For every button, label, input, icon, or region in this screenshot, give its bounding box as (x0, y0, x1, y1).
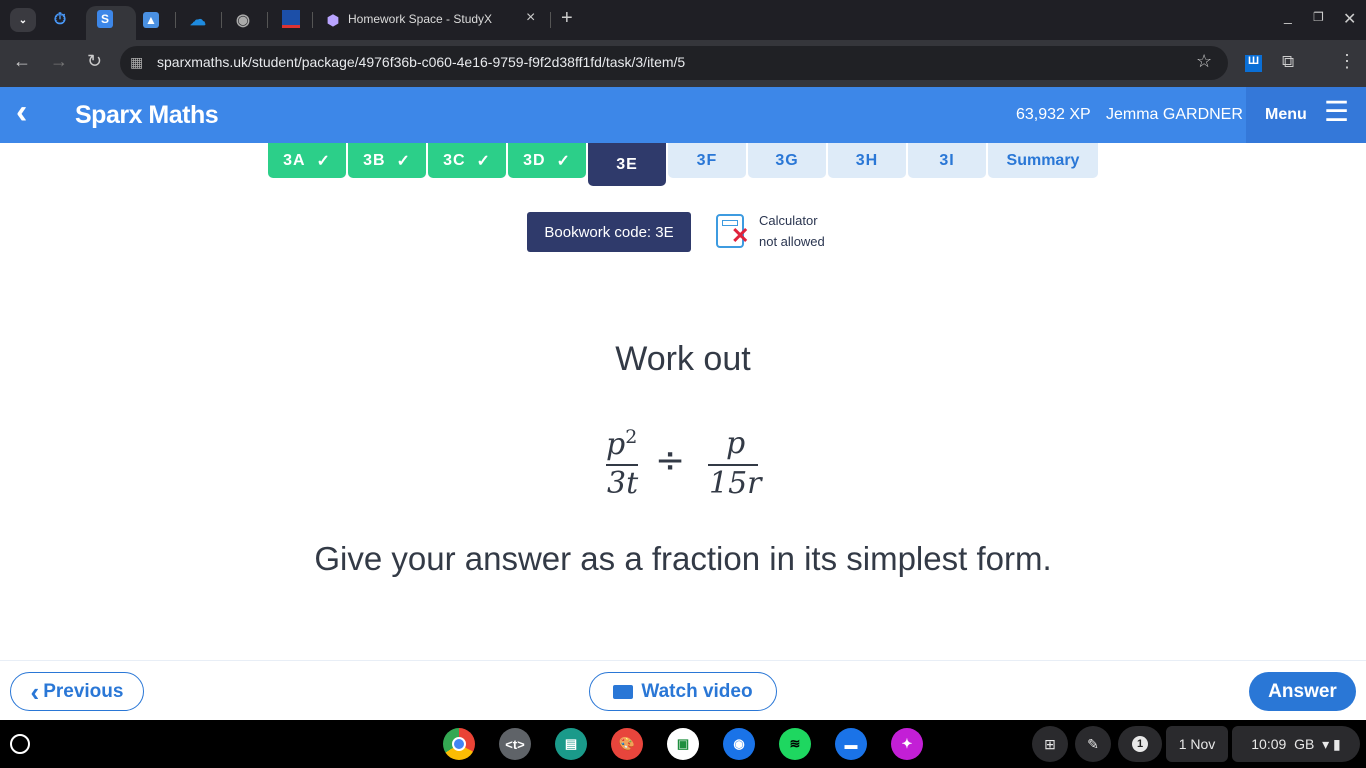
timer-tab-icon[interactable]: ⏱ (50, 10, 70, 30)
sparx-header: ‹ Sparx Maths 63,932 XP Jemma GARDNER (0, 87, 1366, 143)
check-icon: ✓ (316, 152, 331, 170)
answer-button[interactable]: Answer (1249, 672, 1356, 711)
onedrive-tab-icon[interactable]: ☁ (188, 10, 208, 30)
calculator-status: not allowed (759, 234, 825, 249)
tab-3f[interactable]: 3F (668, 143, 746, 178)
tab-summary[interactable]: Summary (988, 143, 1098, 178)
tab-3d[interactable]: 3D ✓ (508, 143, 586, 178)
screenshot-tray-icon[interactable]: ⊞ (1032, 726, 1068, 762)
keyboard-locale: GB (1294, 736, 1315, 752)
divide-sign: ÷ (655, 440, 686, 481)
previous-button[interactable]: ‹ Previous (10, 672, 144, 711)
url-text[interactable]: sparxmaths.uk/student/package/4976f36b-c… (157, 54, 685, 70)
tab-3h[interactable]: 3H (828, 143, 906, 178)
check-icon: ✓ (396, 152, 411, 170)
back-chevron-icon[interactable]: ‹ (16, 93, 27, 132)
calculator-label: Calculator (759, 213, 818, 228)
new-tab-icon[interactable]: + (561, 7, 573, 30)
clock: 10:09 (1251, 736, 1287, 752)
site-info-icon[interactable]: ▦ (130, 54, 143, 71)
notification-badge[interactable]: 1 (1118, 726, 1162, 762)
check-icon: ✓ (556, 152, 571, 170)
close-tab-icon[interactable]: × (526, 9, 535, 27)
math-expression: p2 3t ÷ p 15r (600, 418, 770, 503)
classroom-app-icon[interactable]: ▣ (667, 728, 699, 760)
battery-icon: ▮ (1333, 735, 1341, 752)
calculator-icon: ✕ (716, 214, 749, 248)
app-title[interactable]: Sparx Maths (75, 101, 219, 130)
wifi-icon: ▾ (1322, 735, 1330, 752)
sparx-tab-icon[interactable]: S (97, 10, 113, 28)
browser-menu-icon[interactable]: ⋮ (1338, 51, 1356, 72)
question-instruction: Give your answer as a fraction in its si… (314, 540, 1052, 577)
site-tab-icon[interactable] (282, 10, 300, 28)
reader-app-icon[interactable]: ▤ (555, 728, 587, 760)
paint-app-icon[interactable]: 🎨 (611, 728, 643, 760)
browser-tab-strip: ⌄ ⏱ S ▲ ☁ ◉ ⬢ Homework Space - StudyX × … (0, 0, 1366, 40)
chrome-app-icon[interactable] (443, 728, 475, 760)
tab-3e[interactable]: 3E (588, 143, 666, 186)
reload-icon[interactable]: ↻ (87, 51, 102, 72)
hamburger-icon: ☰ (1324, 96, 1350, 127)
tab-3i[interactable]: 3I (908, 143, 986, 178)
question-intro: Work out (615, 340, 751, 378)
fraction1-numerator: p (606, 427, 626, 462)
video-camera-icon (613, 684, 634, 699)
menu-label: Menu (1265, 106, 1307, 123)
tab-3g[interactable]: 3G (748, 143, 826, 178)
xp-count: 63,932 XP (1016, 106, 1091, 123)
studyx-tab-icon: ⬢ (326, 11, 340, 28)
stylus-pen-icon[interactable]: ✎ (1075, 726, 1111, 762)
camera-app-icon[interactable]: ◉ (723, 728, 755, 760)
not-allowed-cross-icon: ✕ (731, 223, 750, 248)
tab-3b[interactable]: 3B ✓ (348, 143, 426, 178)
watch-video-button[interactable]: Watch video (589, 672, 777, 711)
menu-button[interactable]: Menu ☰ (1246, 87, 1366, 143)
classroom-tab-icon[interactable]: ▲ (143, 12, 159, 28)
files-app-icon[interactable]: ▬ (835, 728, 867, 760)
chevron-left-icon: ‹ (30, 676, 40, 707)
tab-title[interactable]: Homework Space - StudyX (348, 12, 492, 26)
footer-divider (0, 660, 1366, 661)
date-display[interactable]: 1 Nov (1166, 726, 1228, 762)
extensions-puzzle-icon[interactable]: ⧉ (1282, 52, 1294, 72)
exponent: 2 (625, 426, 638, 448)
user-name: Jemma GARDNER (1106, 106, 1243, 123)
fraction1-denominator: 3t (607, 466, 639, 501)
bookwork-code: Bookwork code: 3E (527, 212, 691, 252)
launcher-icon[interactable] (10, 734, 30, 754)
fraction2-denominator: 15r (709, 466, 762, 501)
check-icon: ✓ (476, 152, 491, 170)
back-icon[interactable]: ← (13, 51, 31, 72)
tab-3a[interactable]: 3A ✓ (268, 143, 346, 178)
spotify-app-icon[interactable]: ≋ (779, 728, 811, 760)
close-window-icon[interactable]: ✕ (1343, 9, 1356, 29)
tab-search-icon[interactable]: ⌄ (10, 8, 36, 32)
text-editor-app-icon[interactable]: <t> (499, 728, 531, 760)
forward-icon[interactable]: → (50, 51, 68, 72)
fraction2-numerator: p (726, 426, 746, 461)
gallery-app-icon[interactable]: ✦ (891, 728, 923, 760)
bookmark-star-icon[interactable]: ☆ (1196, 51, 1212, 72)
minimize-icon[interactable]: _ (1284, 8, 1292, 24)
extension-icon[interactable]: Ш (1245, 55, 1262, 72)
restore-icon[interactable]: ❐ (1313, 10, 1324, 24)
tab-3c[interactable]: 3C ✓ (428, 143, 506, 178)
globe-tab-icon[interactable]: ◉ (233, 10, 253, 30)
system-tray[interactable]: 10:09 GB ▾ ▮ (1232, 726, 1360, 762)
